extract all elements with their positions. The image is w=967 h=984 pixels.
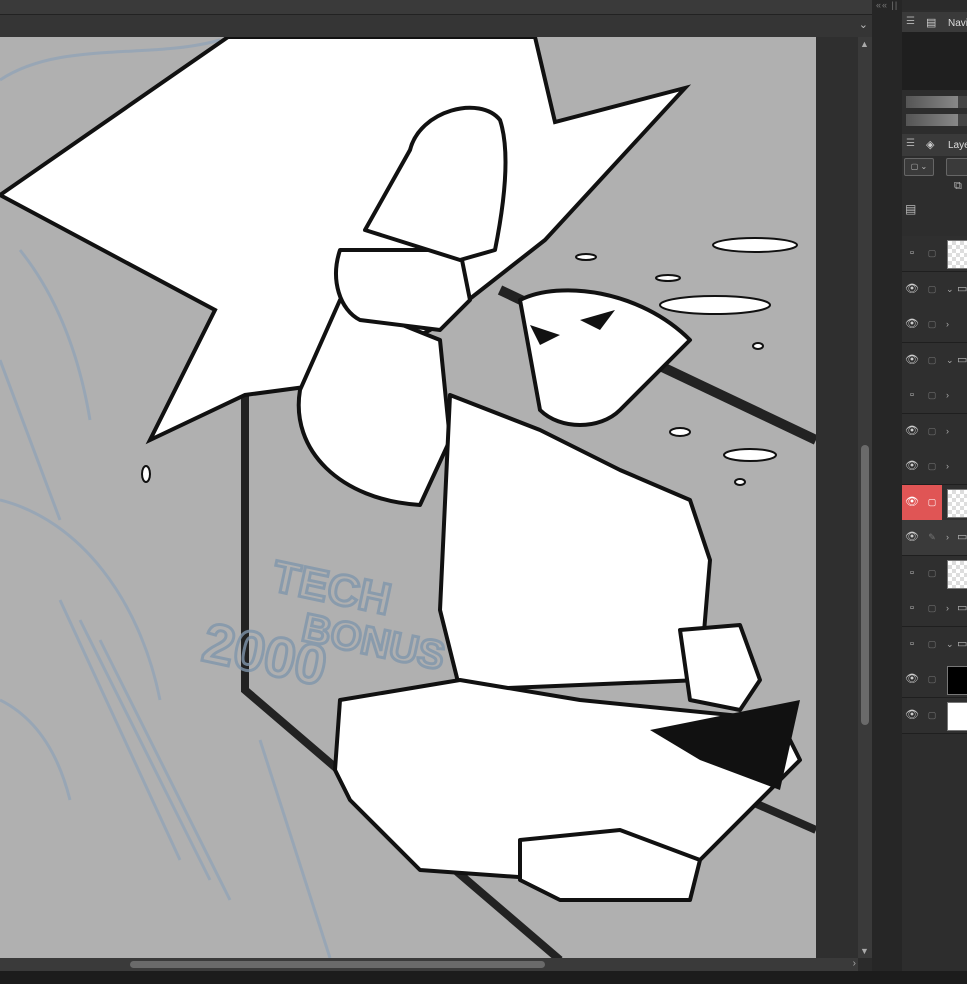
clip-icon[interactable]: › [946,307,956,342]
layer-row[interactable]: 👁 ▢ ⌄ ▭ [902,342,967,379]
lock-icon[interactable]: ▢ [922,591,942,626]
layer-row[interactable]: ▫ ▢ › ▭ [902,591,967,627]
layer-row[interactable]: 👁 ▢ › [902,413,967,450]
lock-icon[interactable]: ▢ [922,449,942,484]
vertical-scrollbar[interactable]: ▲ ▼ [858,37,872,958]
lock-icon[interactable]: ▢ [922,236,942,271]
layer-row[interactable]: ▫ ▢ › [902,378,967,414]
lock-icon[interactable]: ▢ [922,556,942,591]
eye-icon[interactable]: ▫ [902,556,922,591]
folder-toggle-icon[interactable]: ⌄ [946,272,956,307]
pen-icon[interactable]: ✎ [922,520,942,555]
layer-thumbnail [947,488,967,518]
layer-thumbnail [947,701,967,731]
navigator-icon: ▤ [926,17,937,29]
folder-icon: ▭ [957,531,967,543]
eye-icon[interactable]: 👁 [902,414,922,449]
layers-title: Laye [948,140,967,151]
panel-divider[interactable]: «« || [872,0,902,971]
lock-icon[interactable]: ▢ [922,484,942,520]
lock-icon[interactable]: ▢ [922,662,942,697]
layers-icon: ◈ [926,139,935,151]
lock-icon[interactable]: ▢ [922,343,942,378]
layer-row[interactable]: 👁 ✎ › ▭ [902,520,967,556]
chevron-down-icon[interactable]: ⌄ [859,18,868,31]
eye-icon[interactable]: 👁 [902,307,922,342]
folder-toggle-icon[interactable]: › [946,520,956,555]
reference-icon[interactable]: ⧉ [954,180,962,193]
eye-icon[interactable]: ▫ [902,236,922,271]
canvas-area[interactable]: TECH BONUS 2000 [0,37,858,958]
layer-thumbnail [947,666,967,695]
navigator-preview[interactable] [902,32,967,90]
scroll-up-icon[interactable]: ▲ [860,39,869,49]
scroll-right-icon[interactable]: › [853,958,856,969]
lock-icon[interactable]: ▢ [922,272,942,307]
vertical-scroll-thumb[interactable] [861,445,869,725]
layer-row[interactable]: 👁 ▢ › [902,307,967,343]
top-toolbar [0,0,900,15]
lock-icon[interactable]: ▢ [922,307,942,342]
eye-icon[interactable]: 👁 [902,520,922,555]
opacity-field[interactable] [946,158,967,176]
zoom-slider[interactable] [906,96,967,108]
navigator-title: Navi [948,18,967,29]
eye-icon[interactable]: 👁 [902,272,922,307]
navigator-title-bar: ☰ ▤ Navi [902,12,967,34]
folder-toggle-icon[interactable]: ⌄ [946,343,956,378]
horizontal-scrollbar[interactable]: › [0,958,858,971]
eye-icon[interactable]: 👁 [902,343,922,378]
canvas[interactable]: TECH BONUS 2000 [0,37,816,958]
eye-icon[interactable]: 👁 [902,698,922,733]
lock-icon[interactable]: ▢ [922,378,942,413]
layer-row[interactable]: 👁 ▢ › [902,449,967,485]
layer-thumbnail [947,240,967,269]
menu-icon[interactable]: ☰ [906,16,915,27]
folder-toggle-icon[interactable]: › [946,591,956,626]
layers-title-bar: ☰ ◈ Laye [902,134,967,156]
layer-thumbnail [947,559,967,589]
layer-row[interactable]: 👁 ▢ [902,697,967,734]
lock-icon[interactable]: ▢ [922,627,942,662]
folder-toggle-icon[interactable]: ⌄ [946,627,956,662]
collapse-arrows-icon[interactable]: «« || [876,0,898,10]
lock-icon[interactable]: ▢ [922,698,942,733]
eye-icon[interactable]: 👁 [902,662,922,697]
folder-icon: ▭ [957,637,967,650]
eye-icon[interactable]: ▫ [902,627,922,662]
folder-icon: ▭ [957,353,967,366]
layer-row[interactable]: 👁 ▢ ⌄ ▭ [902,271,967,308]
eye-icon[interactable]: 👁 [902,449,922,484]
horizontal-scroll-thumb[interactable] [130,961,545,968]
layer-row[interactable]: ▫ ▢ ⌄ ▭ [902,626,967,663]
lock-icon[interactable]: ▢ [922,414,942,449]
rotate-slider[interactable] [906,114,967,126]
clip-icon[interactable]: › [946,449,956,484]
eye-icon[interactable]: ▫ [902,591,922,626]
blend-mode-select[interactable]: ▢ ⌄ [904,158,934,176]
layer-row[interactable]: 👁 ▢ [902,484,967,521]
menu-icon[interactable]: ☰ [906,138,915,149]
folder-icon: ▭ [957,282,967,295]
clip-icon[interactable]: › [946,378,956,413]
eye-icon[interactable]: ▫ [902,378,922,413]
canvas-tab-bar: ⌄ [0,15,872,37]
clip-icon[interactable]: › [946,414,956,449]
scroll-down-icon[interactable]: ▼ [860,946,869,956]
layer-list-icon[interactable]: ▤ [905,202,916,216]
layer-row[interactable]: 👁 ▢ [902,662,967,698]
layer-row[interactable]: ▫ ▢ [902,555,967,592]
status-bar [0,971,967,984]
eye-icon[interactable]: 👁 [902,484,922,520]
right-panel: ☰ ▤ Navi ☰ ◈ Laye ▢ ⌄ ⧉ ▤ ▫ ▢ 👁 ▢ ⌄ ▭ 👁 ▢ › 👁 ▢ ⌄ ▭ ▫… [902,10,967,971]
folder-icon: ▭ [957,602,967,614]
artwork: TECH BONUS 2000 [0,37,816,958]
layer-row[interactable]: ▫ ▢ [902,236,967,272]
